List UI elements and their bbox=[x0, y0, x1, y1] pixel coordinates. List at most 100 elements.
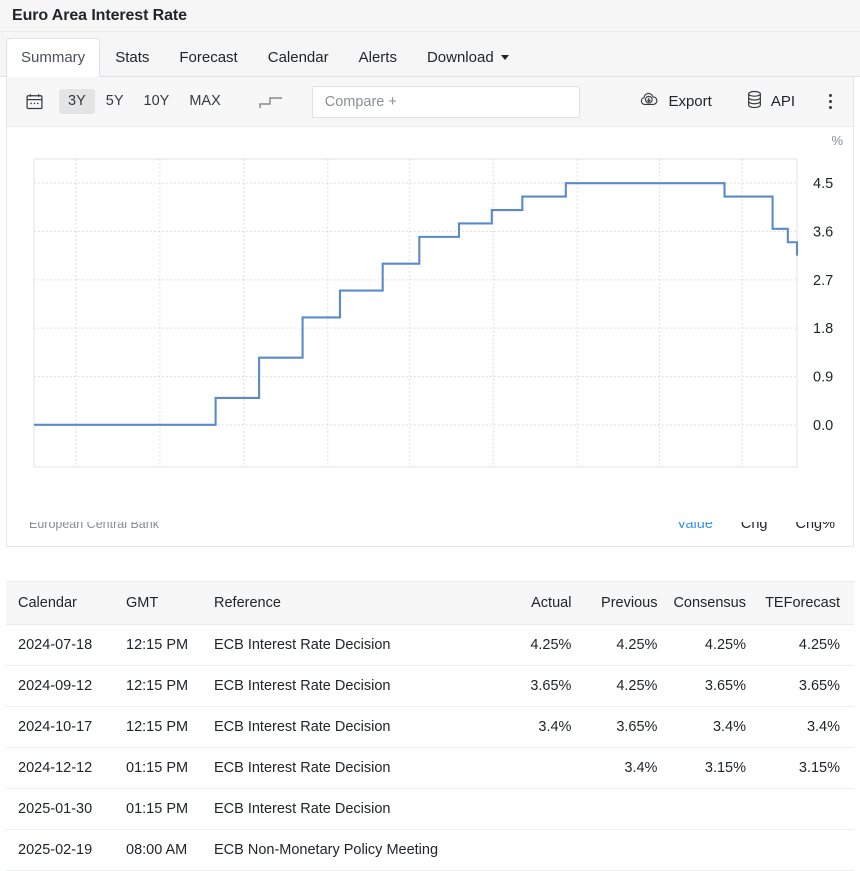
tab-download-label: Download bbox=[427, 49, 494, 66]
tab-calendar[interactable]: Calendar bbox=[253, 38, 344, 76]
cell-teforecast: 3.15% bbox=[754, 748, 854, 789]
col-header-reference[interactable]: Reference bbox=[206, 582, 493, 625]
cell-consensus bbox=[665, 789, 754, 830]
y-axis-unit-label: % bbox=[831, 133, 843, 148]
cell-consensus: 3.4% bbox=[665, 707, 754, 748]
cell-calendar: 2024-10-17 bbox=[6, 707, 118, 748]
chart-toolbar: 3Y 5Y 10Y MAX Compare + Export bbox=[7, 77, 853, 127]
range-button-max[interactable]: MAX bbox=[180, 89, 229, 114]
tab-forecast[interactable]: Forecast bbox=[164, 38, 252, 76]
cell-previous: 3.4% bbox=[579, 748, 665, 789]
cell-actual: 3.4% bbox=[493, 707, 579, 748]
cell-calendar: 2024-07-18 bbox=[6, 625, 118, 666]
cell-reference: ECB Interest Rate Decision bbox=[206, 707, 493, 748]
cell-calendar: 2024-12-12 bbox=[6, 748, 118, 789]
col-header-calendar[interactable]: Calendar bbox=[6, 582, 118, 625]
kebab-menu-icon[interactable] bbox=[817, 87, 843, 117]
compare-placeholder: Compare + bbox=[325, 94, 397, 110]
api-button[interactable]: API bbox=[740, 86, 801, 117]
range-button-10y[interactable]: 10Y bbox=[135, 89, 179, 114]
cell-calendar: 2025-02-19 bbox=[6, 830, 118, 871]
col-header-teforecast[interactable]: TEForecast bbox=[754, 582, 854, 625]
tab-alerts-label: Alerts bbox=[359, 49, 397, 66]
database-icon bbox=[746, 90, 763, 113]
interest-rate-step-chart[interactable]: %0.00.91.82.73.64.52022MaySep2023MaySep2… bbox=[7, 127, 853, 477]
cell-actual: 3.65% bbox=[493, 666, 579, 707]
cell-previous bbox=[579, 789, 665, 830]
y-axis-tick-label: 3.6 bbox=[813, 225, 833, 241]
cell-reference: ECB Non-Monetary Policy Meeting bbox=[206, 830, 493, 871]
api-label: API bbox=[771, 93, 795, 110]
tab-summary-label: Summary bbox=[21, 49, 85, 66]
tab-download[interactable]: Download bbox=[412, 38, 524, 76]
cell-gmt: 12:15 PM bbox=[118, 625, 206, 666]
calendar-icon[interactable] bbox=[17, 87, 51, 117]
cell-gmt: 12:15 PM bbox=[118, 707, 206, 748]
table-row[interactable]: 2024-12-1201:15 PMECB Interest Rate Deci… bbox=[6, 748, 854, 789]
cell-reference: ECB Interest Rate Decision bbox=[206, 625, 493, 666]
cell-previous: 3.65% bbox=[579, 707, 665, 748]
tab-bar: Summary Stats Forecast Calendar Alerts D… bbox=[0, 32, 860, 77]
page-title: Euro Area Interest Rate bbox=[12, 7, 187, 25]
tab-forecast-label: Forecast bbox=[179, 49, 237, 66]
tab-stats-label: Stats bbox=[115, 49, 149, 66]
range-selector: 3Y 5Y 10Y MAX bbox=[59, 89, 230, 114]
range-button-5y[interactable]: 5Y bbox=[97, 89, 133, 114]
cell-calendar: 2025-01-30 bbox=[6, 789, 118, 830]
table-row[interactable]: 2024-10-1712:15 PMECB Interest Rate Deci… bbox=[6, 707, 854, 748]
cell-teforecast bbox=[754, 830, 854, 871]
tab-alerts[interactable]: Alerts bbox=[344, 38, 412, 76]
y-axis-tick-label: 0.9 bbox=[813, 370, 833, 386]
export-button[interactable]: Export bbox=[633, 87, 717, 116]
chart-plot-area[interactable]: %0.00.91.82.73.64.52022MaySep2023MaySep2… bbox=[7, 127, 853, 522]
y-axis-tick-label: 4.5 bbox=[813, 176, 833, 192]
step-chart-icon[interactable] bbox=[252, 87, 290, 117]
table-row[interactable]: 2025-02-1908:00 AMECB Non-Monetary Polic… bbox=[6, 830, 854, 871]
cell-previous: 4.25% bbox=[579, 625, 665, 666]
col-header-consensus[interactable]: Consensus bbox=[665, 582, 754, 625]
table-row[interactable]: 2024-09-1212:15 PMECB Interest Rate Deci… bbox=[6, 666, 854, 707]
kebab-dot bbox=[829, 94, 832, 97]
calendar-table-wrapper: Calendar GMT Reference Actual Previous C… bbox=[6, 581, 854, 871]
calendar-table-head: Calendar GMT Reference Actual Previous C… bbox=[6, 582, 854, 625]
cell-consensus: 3.15% bbox=[665, 748, 754, 789]
cell-consensus: 3.65% bbox=[665, 666, 754, 707]
cell-previous bbox=[579, 830, 665, 871]
cell-gmt: 01:15 PM bbox=[118, 789, 206, 830]
series-line-value bbox=[34, 183, 797, 425]
tab-calendar-label: Calendar bbox=[268, 49, 329, 66]
cell-teforecast: 3.4% bbox=[754, 707, 854, 748]
tab-summary[interactable]: Summary bbox=[6, 38, 100, 76]
y-axis-tick-label: 1.8 bbox=[813, 321, 833, 337]
cell-actual bbox=[493, 748, 579, 789]
compare-input[interactable]: Compare + bbox=[312, 86, 580, 118]
chevron-down-icon bbox=[501, 55, 509, 60]
chart-card: 3Y 5Y 10Y MAX Compare + Export bbox=[6, 77, 854, 547]
col-header-gmt[interactable]: GMT bbox=[118, 582, 206, 625]
table-row[interactable]: 2024-07-1812:15 PMECB Interest Rate Deci… bbox=[6, 625, 854, 666]
cell-teforecast: 3.65% bbox=[754, 666, 854, 707]
cell-actual bbox=[493, 830, 579, 871]
table-header-row: Calendar GMT Reference Actual Previous C… bbox=[6, 582, 854, 625]
y-axis-tick-label: 0.0 bbox=[813, 418, 833, 434]
cell-gmt: 12:15 PM bbox=[118, 666, 206, 707]
cell-gmt: 01:15 PM bbox=[118, 748, 206, 789]
range-button-3y[interactable]: 3Y bbox=[59, 89, 95, 114]
cell-reference: ECB Interest Rate Decision bbox=[206, 666, 493, 707]
cell-consensus: 4.25% bbox=[665, 625, 754, 666]
cloud-download-icon bbox=[639, 91, 660, 112]
kebab-dot bbox=[829, 106, 832, 109]
table-row[interactable]: 2025-01-3001:15 PMECB Interest Rate Deci… bbox=[6, 789, 854, 830]
cell-teforecast: 4.25% bbox=[754, 625, 854, 666]
page-header: Euro Area Interest Rate bbox=[0, 0, 860, 32]
col-header-actual[interactable]: Actual bbox=[493, 582, 579, 625]
cell-reference: ECB Interest Rate Decision bbox=[206, 748, 493, 789]
calendar-table-body: 2024-07-1812:15 PMECB Interest Rate Deci… bbox=[6, 625, 854, 871]
cell-calendar: 2024-09-12 bbox=[6, 666, 118, 707]
cell-reference: ECB Interest Rate Decision bbox=[206, 789, 493, 830]
tab-stats[interactable]: Stats bbox=[100, 38, 164, 76]
calendar-table: Calendar GMT Reference Actual Previous C… bbox=[6, 581, 854, 871]
cell-gmt: 08:00 AM bbox=[118, 830, 206, 871]
kebab-dot bbox=[829, 100, 832, 103]
col-header-previous[interactable]: Previous bbox=[579, 582, 665, 625]
